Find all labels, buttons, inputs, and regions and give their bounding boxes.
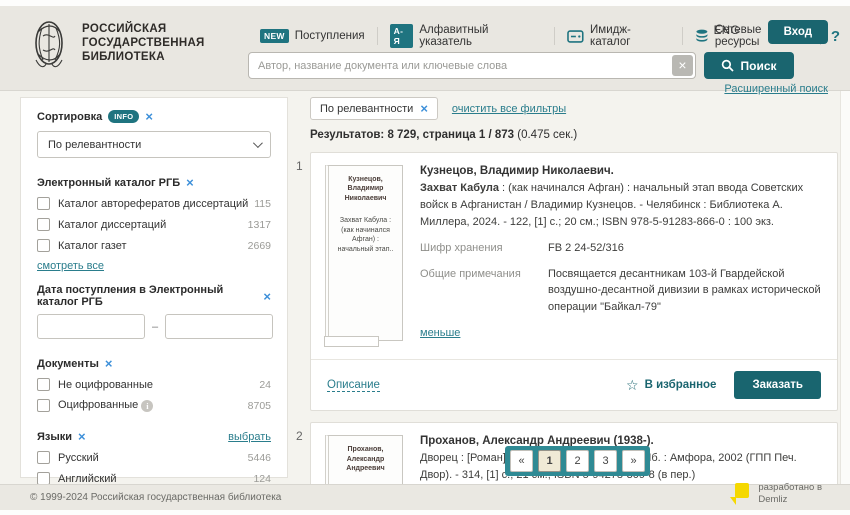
checkbox[interactable] xyxy=(37,239,50,252)
filter-option-russian[interactable]: Русский 5446 xyxy=(37,451,271,464)
field-notes: Общие примечания Посвящается десантникам… xyxy=(420,266,823,316)
search-icon xyxy=(721,59,734,72)
chevron-down-icon xyxy=(253,138,263,148)
nav-alphabet-index[interactable]: А-Я Алфавитный указатель xyxy=(378,20,555,52)
filter-option-not-digitized[interactable]: Не оцифрованные 24 xyxy=(37,378,271,391)
search-input[interactable] xyxy=(248,52,696,79)
pagination-page-1[interactable]: 1 xyxy=(538,450,561,472)
copyright-text: © 1999-2024 Российская государственная б… xyxy=(30,492,281,503)
result-index: 1 xyxy=(296,159,303,173)
org-name: РОССИЙСКАЯ ГОСУДАРСТВЕННАЯ БИБЛИОТЕКА xyxy=(82,22,205,64)
sort-select[interactable]: По релевантности xyxy=(37,131,271,158)
filter-option-digitized[interactable]: Оцифрованные i 8705 xyxy=(37,399,271,412)
new-badge: NEW xyxy=(260,29,289,43)
developer-credit[interactable]: разработано в Demliz xyxy=(728,481,822,507)
checkbox[interactable] xyxy=(37,197,50,210)
filter-option-autoref[interactable]: Каталог авторефератов диссертаций 115 xyxy=(37,197,271,210)
result-title[interactable]: Кузнецов, Владимир Николаевич. xyxy=(420,165,823,177)
filter-option-dissert[interactable]: Каталог диссертаций 1317 xyxy=(37,218,271,231)
search-bar: × Поиск xyxy=(248,52,794,79)
info-icon[interactable]: i xyxy=(141,400,153,412)
pagination-prev-button[interactable]: « xyxy=(510,450,533,472)
catalog-section-title: Электронный каталог РГБ × xyxy=(37,176,271,189)
info-badge[interactable]: INFO xyxy=(108,110,139,123)
date-from-input[interactable] xyxy=(37,314,145,339)
result-description: Захват Кабула : (как начинался Афган) : … xyxy=(420,180,823,231)
clear-all-filters-link[interactable]: очистить все фильтры xyxy=(452,103,566,115)
date-range: – xyxy=(37,314,271,339)
pagination-page-2[interactable]: 2 xyxy=(566,450,589,472)
languages-section-title: Языки × xyxy=(37,430,86,443)
page-footer: © 1999-2024 Российская государственная б… xyxy=(0,484,850,510)
rgb-monogram-icon xyxy=(28,14,70,72)
checkbox[interactable] xyxy=(37,378,50,391)
description-link[interactable]: Описание xyxy=(327,379,380,392)
scrollbar-track[interactable] xyxy=(840,91,850,484)
pagination-page-3[interactable]: 3 xyxy=(594,450,617,472)
languages-section: Языки × выбрать xyxy=(37,430,271,443)
rgb-library-search-page: РОССИЙСКАЯ ГОСУДАРСТВЕННАЯ БИБЛИОТЕКА NE… xyxy=(0,0,850,515)
filter-option-gazet[interactable]: Каталог газет 2669 xyxy=(37,239,271,252)
logo[interactable]: РОССИЙСКАЯ ГОСУДАРСТВЕННАЯ БИБЛИОТЕКА xyxy=(28,14,205,72)
result-index: 2 xyxy=(296,429,303,443)
checkbox[interactable] xyxy=(37,399,50,412)
results-summary: Результатов: 8 729, страница 1 / 873 (0.… xyxy=(310,129,838,141)
header-nav: NEW Поступления А-Я Алфавитный указатель… xyxy=(248,20,850,52)
active-filters: По релевантности × очистить все фильтры xyxy=(310,97,838,120)
filter-chip: По релевантности × xyxy=(310,97,438,120)
show-less-link[interactable]: меньше xyxy=(420,327,460,339)
language-switch[interactable]: ENG xyxy=(714,25,740,37)
book-thumbnail[interactable]: Кузнецов, Владимир Николаевич Захват Каб… xyxy=(325,165,403,341)
advanced-search-link[interactable]: Расширенный поиск xyxy=(724,83,828,95)
field-shelf-code: Шифр хранения FB 2 24-52/316 xyxy=(420,240,823,257)
header: РОССИЙСКАЯ ГОСУДАРСТВЕННАЯ БИБЛИОТЕКА NE… xyxy=(0,6,850,91)
nav-arrivals[interactable]: NEW Поступления xyxy=(248,25,377,47)
card-footer: Описание ☆ В избранное Заказать xyxy=(311,359,837,410)
remove-catalog-filter-icon[interactable]: × xyxy=(186,176,194,189)
database-icon xyxy=(695,29,709,43)
bottom-strip xyxy=(0,510,850,515)
clear-search-icon[interactable]: × xyxy=(672,55,693,76)
pagination-next-button[interactable]: » xyxy=(622,450,645,472)
order-button[interactable]: Заказать xyxy=(734,371,821,399)
star-icon: ☆ xyxy=(626,377,639,394)
pagination: « 1 2 3 » xyxy=(505,446,650,476)
documents-section-title: Документы × xyxy=(37,357,271,370)
image-catalog-icon xyxy=(567,30,584,43)
search-button[interactable]: Поиск xyxy=(704,52,794,79)
remove-documents-filter-icon[interactable]: × xyxy=(105,357,113,370)
sort-section-title: Сортировка INFO × xyxy=(37,110,271,123)
see-all-link[interactable]: смотреть все xyxy=(37,260,104,272)
login-button[interactable]: Вход xyxy=(768,20,828,44)
nav-image-catalog[interactable]: Имидж-каталог xyxy=(555,20,682,52)
remove-languages-filter-icon[interactable]: × xyxy=(78,430,86,443)
checkbox[interactable] xyxy=(37,218,50,231)
choose-languages-link[interactable]: выбрать xyxy=(228,431,271,443)
filters-sidebar: Сортировка INFO × По релевантности Элект… xyxy=(20,97,288,478)
date-section-title: Дата поступления в Электронный каталог Р… xyxy=(37,284,271,308)
add-to-favorites-button[interactable]: ☆ В избранное xyxy=(626,377,716,394)
remove-chip-icon[interactable]: × xyxy=(420,102,428,115)
remove-sort-icon[interactable]: × xyxy=(145,110,153,123)
demliz-logo xyxy=(728,481,750,507)
checkbox[interactable] xyxy=(37,451,50,464)
remove-date-filter-icon[interactable]: × xyxy=(263,290,271,303)
date-to-input[interactable] xyxy=(165,314,273,339)
az-badge: А-Я xyxy=(390,24,414,48)
result-card-1: 1 Кузнецов, Владимир Николаевич Захват К… xyxy=(310,152,838,411)
